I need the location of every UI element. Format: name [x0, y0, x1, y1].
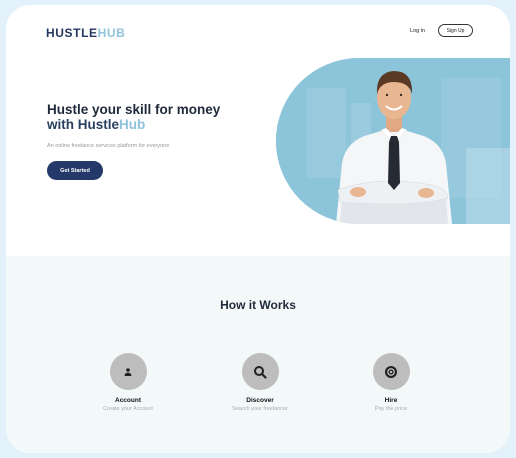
step-icon-circle [241, 353, 279, 390]
hero-title-hub: Hub [119, 117, 146, 132]
hero-title-hustle: Hustle [77, 117, 120, 132]
coin-icon [385, 365, 397, 378]
step-description: Search your freelancer [232, 406, 288, 412]
section-title: How it Works [220, 298, 296, 312]
step-description: Pay the price [374, 406, 408, 412]
signup-button[interactable]: Sign Up [438, 24, 473, 37]
search-icon [254, 365, 267, 379]
user-icon [124, 367, 132, 376]
logo[interactable]: HUSTLEHUB [46, 26, 125, 40]
step-account: Account Create your Account [68, 353, 188, 412]
step-hire: Hire Pay the price [331, 353, 451, 412]
step-discover: Discover Search your freelancer [200, 353, 320, 412]
step-label: Account [115, 397, 141, 404]
hero-image [276, 58, 510, 224]
hero-title-with: with [47, 117, 78, 132]
step-description: Create your Account [103, 406, 153, 412]
step-icon-circle [372, 353, 410, 390]
top-nav: HUSTLEHUB Log in Sign Up [6, 5, 510, 57]
step-label: Discover [246, 397, 274, 404]
businessman-illustration [276, 58, 510, 224]
step-label: Hire [384, 397, 398, 404]
hero-subtitle: An online freelance services platform fo… [47, 143, 170, 149]
login-link[interactable]: Log in [410, 28, 425, 34]
how-it-works-section: How it Works Account Create your Account… [6, 256, 510, 453]
hero-title: Hustle your skill for money with HustleH… [47, 102, 247, 132]
hero-title-line1: Hustle your skill for money [47, 102, 221, 117]
landing-page: HUSTLEHUB Log in Sign Up Hustle your ski… [6, 5, 510, 453]
get-started-button[interactable]: Get Started [47, 161, 103, 180]
logo-part-hub: HUB [97, 26, 126, 40]
logo-part-hustle: HUSTLE [46, 26, 98, 40]
step-icon-circle [109, 353, 147, 390]
